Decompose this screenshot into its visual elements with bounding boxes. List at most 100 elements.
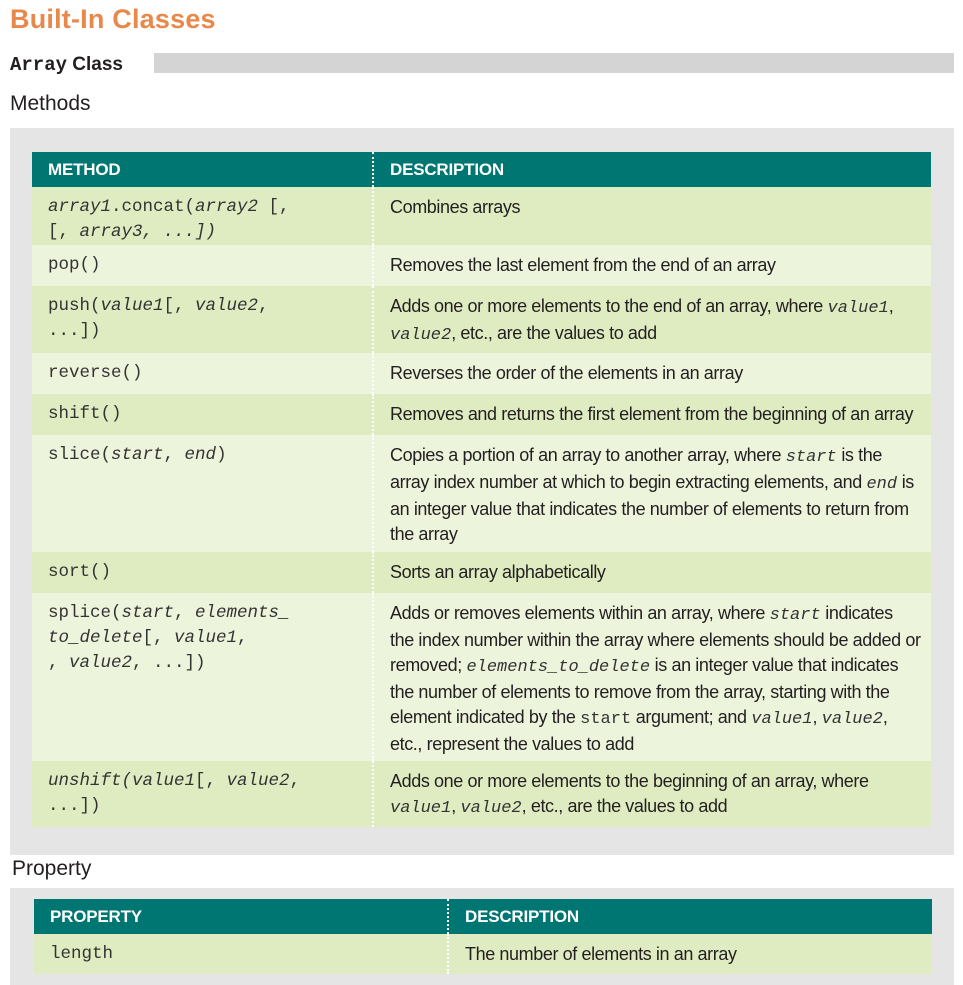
method-text: [, [258, 197, 290, 217]
description-text: , [888, 296, 894, 316]
description-text: Removes and returns the first element fr… [390, 404, 914, 424]
description-text: , etc., are the values to add [521, 796, 728, 816]
table-row: length The number of elements in an arra… [34, 934, 932, 974]
code-term: start [580, 710, 632, 729]
property-heading: Property [12, 857, 92, 880]
method-signature: slice(start, end) [32, 435, 373, 552]
description-column-header: DESCRIPTION [372, 152, 931, 187]
method-text: ...]) [48, 321, 101, 341]
description-text: Sorts an array alphabetically [390, 562, 606, 582]
method-description: Adds one or more elements to the end of … [372, 286, 931, 353]
description-text: Combines arrays [390, 197, 521, 217]
property-description: The number of elements in an array [447, 934, 932, 974]
method-text: [, [48, 222, 80, 242]
method-text: push( [48, 296, 101, 316]
table-row: splice(start, elements_ to_delete[, value… [32, 593, 931, 761]
method-description: Adds one or more elements to the beginni… [372, 761, 931, 827]
methods-table: METHOD DESCRIPTION array1.concat(array2 … [32, 152, 931, 827]
method-text: start [111, 445, 164, 465]
code-term: value2 [821, 710, 883, 729]
method-text: [, [163, 296, 196, 316]
method-text: .concat( [111, 197, 196, 217]
table-row: shift() Removes and returns the first ele… [32, 394, 931, 435]
description-text: Reverses the order of the elements in an… [390, 363, 743, 383]
method-text: , [163, 445, 185, 465]
method-signature: unshift(value1[, value2,...]) [32, 761, 373, 827]
method-text: pop() [48, 255, 101, 275]
method-signature: reverse() [32, 353, 373, 394]
description-text: Copies a portion of an array to another … [390, 445, 786, 465]
description-text: Adds or removes elements within an array… [390, 603, 770, 623]
method-text: slice( [48, 445, 112, 465]
property-description-column-header: DESCRIPTION [447, 899, 932, 934]
method-signature: array1.concat(array2 [, [, array3, ...]) [32, 187, 373, 245]
class-name: Array [10, 54, 68, 76]
method-text: , [258, 296, 269, 316]
code-term: start [785, 448, 837, 467]
description-text: Adds one or more elements to the beginni… [390, 771, 869, 791]
method-description: Copies a portion of an array to another … [372, 435, 931, 552]
methods-heading: Methods [10, 92, 91, 115]
method-text: shift() [48, 404, 122, 424]
method-description: Reverses the order of the elements in an… [372, 353, 931, 394]
class-heading-label: Array Class [10, 54, 133, 76]
method-text: , [289, 771, 301, 791]
code-term: end [866, 475, 898, 494]
table-row: pop() Removes the last element from the e… [32, 245, 931, 286]
method-description: Removes and returns the first element fr… [372, 394, 931, 435]
method-text: value2 [226, 771, 290, 791]
method-description: Removes the last element from the end of… [372, 245, 931, 286]
method-text: unshift( [48, 771, 133, 791]
method-signature: sort() [32, 552, 373, 593]
method-text: value1 [100, 296, 164, 316]
method-text: , [48, 653, 70, 673]
method-text: ) [216, 445, 227, 465]
method-text: elements_ [195, 603, 290, 623]
method-signature: push(value1[, value2,...]) [32, 286, 373, 353]
method-text: sort() [48, 562, 112, 582]
property-name: length [34, 934, 448, 974]
property-table-header: PROPERTY DESCRIPTION [34, 899, 932, 934]
description-text: argument; and [631, 707, 752, 727]
heading-rule [154, 53, 954, 73]
page-title: Built-In Classes [10, 4, 216, 34]
code-term: value1 [827, 299, 889, 318]
method-text: [, [195, 771, 227, 791]
method-text: start [121, 603, 175, 623]
description-text: Adds one or more elements to the end of … [390, 296, 828, 316]
class-suffix: Class [72, 54, 123, 75]
method-text: value2 [195, 296, 259, 316]
description-text: , etc., are the values to add [451, 323, 657, 343]
table-row: slice(start, end) Copies a portion of an … [32, 435, 931, 552]
method-text: , [174, 603, 196, 623]
method-text: value1 [132, 771, 196, 791]
description-text: , [812, 707, 822, 727]
code-term: value2 [390, 326, 452, 345]
method-signature: pop() [32, 245, 373, 286]
method-text: , [237, 628, 248, 648]
method-text: , ...]) [142, 222, 217, 242]
method-text: array2 [195, 197, 259, 217]
method-signature: splice(start, elements_ to_delete[, value… [32, 593, 373, 761]
table-row: reverse() Reverses the order of the eleme… [32, 353, 931, 394]
method-description: Combines arrays [372, 187, 931, 245]
table-row: unshift(value1[, value2,...]) Adds one or… [32, 761, 931, 827]
method-column-header: METHOD [32, 152, 373, 187]
code-term: start [769, 606, 821, 625]
method-text: array1 [48, 197, 112, 217]
method-text: reverse() [48, 363, 143, 383]
method-text: , ...]) [132, 653, 206, 673]
method-text: value1 [174, 628, 238, 648]
table-row: push(value1[, value2,...]) Adds one or mo… [32, 286, 931, 353]
method-description: Adds or removes elements within an array… [372, 593, 931, 761]
method-signature: shift() [32, 394, 373, 435]
code-term: value1 [751, 710, 813, 729]
method-text: [, [142, 628, 175, 648]
method-text: ...]) [48, 796, 101, 816]
description-text: Removes the last element from the end of… [390, 255, 776, 275]
method-text: to_delete [48, 628, 143, 648]
methods-table-header: METHOD DESCRIPTION [32, 152, 931, 187]
code-term: elements_to_delete [466, 658, 651, 677]
code-term: value1 [390, 799, 452, 818]
method-description: Sorts an array alphabetically [372, 552, 931, 593]
